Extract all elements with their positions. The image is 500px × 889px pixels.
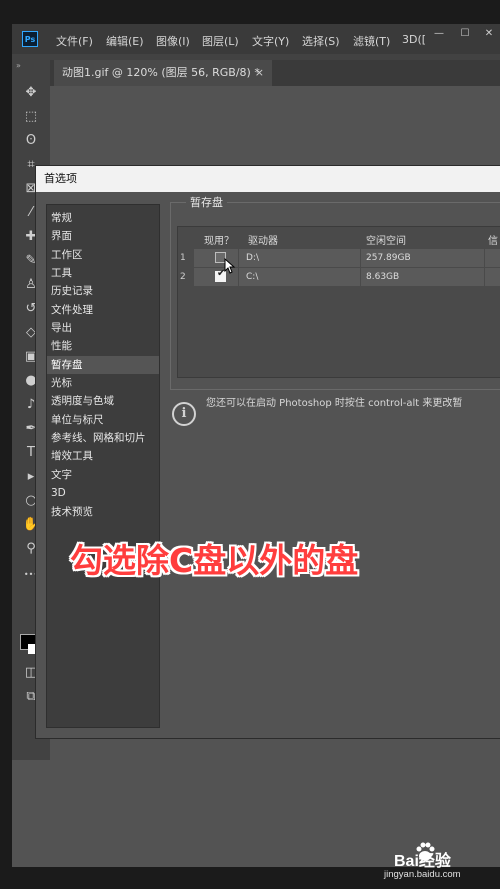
photoshop-logo: Ps [22, 31, 38, 47]
scratch-disk-title: 暂存盘 [186, 194, 227, 210]
menu-filter[interactable]: 滤镜(T) [353, 33, 390, 49]
category-cursors[interactable]: 光标 [47, 374, 159, 392]
drive-name: D:\ [246, 253, 259, 263]
mouse-cursor-icon [224, 258, 236, 274]
minimize-button[interactable]: — [428, 27, 450, 41]
category-file-handling[interactable]: 文件处理 [47, 301, 159, 319]
marquee-icon[interactable]: ⬚ [22, 108, 40, 126]
menu-type[interactable]: 文字(Y) [252, 33, 289, 49]
menubar: Ps 文件(F) 编辑(E) 图像(I) 图层(L) 文字(Y) 选择(S) 滤… [12, 24, 500, 54]
category-units[interactable]: 单位与标尺 [47, 411, 159, 429]
category-interface[interactable]: 界面 [47, 227, 159, 245]
tab-close-icon[interactable]: × [255, 60, 264, 86]
document-tabbar: 动图1.gif @ 120% (图层 56, RGB/8) * × [50, 60, 500, 86]
category-plugins[interactable]: 增效工具 [47, 447, 159, 465]
category-type[interactable]: 文字 [47, 466, 159, 484]
category-tech-preview[interactable]: 技术预览 [47, 503, 159, 521]
col-active: 现用？ [204, 236, 234, 247]
col-drive: 驱动器 [248, 236, 278, 247]
row-number: 2 [178, 268, 194, 286]
preferences-dialog: 首选项 常规 界面 工作区 工具 历史记录 文件处理 导出 性能 暂存盘 光标 … [36, 166, 500, 738]
category-guides[interactable]: 参考线、网格和切片 [47, 429, 159, 447]
dialog-title: 首选项 [36, 166, 500, 192]
lasso-icon[interactable]: ʘ [22, 132, 40, 150]
row-number: 1 [178, 249, 194, 267]
info-text: 您还可以在启动 Photoshop 时按住 control-alt 来更改暂 [206, 398, 463, 409]
free-space: 8.63GB [366, 272, 400, 282]
category-export[interactable]: 导出 [47, 319, 159, 337]
menu-layer[interactable]: 图层(L) [202, 33, 239, 49]
col-free-space: 空闲空间 [366, 236, 406, 247]
menu-edit[interactable]: 编辑(E) [106, 33, 144, 49]
drive-name: C:\ [246, 272, 259, 282]
watermark-text: Bai经验 [394, 853, 451, 870]
menu-select[interactable]: 选择(S) [302, 33, 340, 49]
category-scratch-disks[interactable]: 暂存盘 [47, 355, 159, 375]
category-tools[interactable]: 工具 [47, 264, 159, 282]
category-3d[interactable]: 3D [47, 484, 159, 502]
category-performance[interactable]: 性能 [47, 337, 159, 355]
category-workspace[interactable]: 工作区 [47, 246, 159, 264]
collapse-icon[interactable]: » [16, 61, 21, 70]
category-transparency[interactable]: 透明度与色域 [47, 392, 159, 410]
category-history[interactable]: 历史记录 [47, 282, 159, 300]
menu-file[interactable]: 文件(F) [56, 33, 93, 49]
info-icon: i [172, 402, 196, 426]
menu-image[interactable]: 图像(I) [156, 33, 190, 49]
caption-text: 勾选除C盘以外的盘 [70, 541, 359, 580]
maximize-button[interactable]: ☐ [454, 27, 476, 41]
category-list: 常规 界面 工作区 工具 历史记录 文件处理 导出 性能 暂存盘 光标 透明度与… [46, 204, 160, 728]
free-space: 257.89GB [366, 253, 411, 263]
document-tab[interactable]: 动图1.gif @ 120% (图层 56, RGB/8) * × [54, 60, 272, 86]
category-general[interactable]: 常规 [47, 209, 159, 227]
move-icon[interactable]: ✥ [22, 84, 40, 102]
baidu-watermark: Bai经验 jingyan.baidu.com [384, 842, 496, 885]
watermark-url: jingyan.baidu.com [384, 869, 461, 880]
close-window-button[interactable]: ✕ [478, 27, 500, 41]
col-info: 信 [488, 236, 498, 247]
menu-3d[interactable]: 3D([ [402, 33, 426, 46]
document-tab-title: 动图1.gif @ 120% (图层 56, RGB/8) * [62, 66, 260, 79]
